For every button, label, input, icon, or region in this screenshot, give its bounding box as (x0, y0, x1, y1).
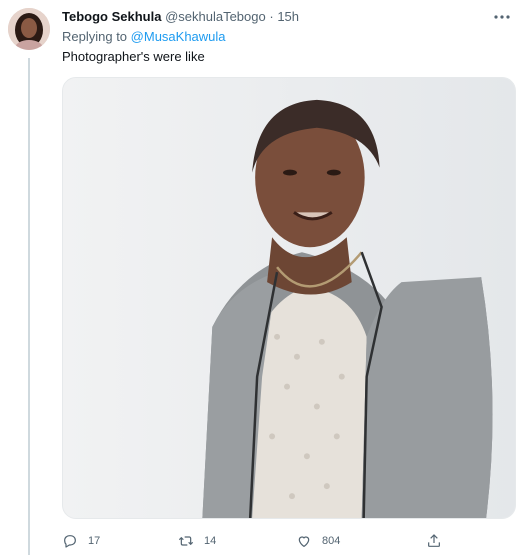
reply-count: 17 (88, 535, 101, 547)
display-name[interactable]: Tebogo Sekhula (62, 9, 161, 24)
avatar-image (8, 8, 50, 50)
share-icon (428, 534, 440, 547)
user-handle[interactable]: @sekhulaTebogo (165, 9, 266, 24)
heart-icon (298, 536, 310, 547)
reply-icon (64, 535, 76, 548)
retweet-icon (178, 536, 194, 546)
tweet-text: Photographer's were like (62, 49, 205, 64)
more-horizontal-icon (494, 15, 510, 19)
tweet-header: Tebogo Sekhula @sekhulaTebogo · 15h (62, 8, 484, 28)
tweet-photo[interactable] (62, 77, 516, 519)
tweet-actions: 17 14 804 (62, 530, 462, 552)
photo-image (63, 78, 515, 518)
more-options-button[interactable] (492, 10, 512, 24)
replying-to-line: Replying to @MusaKhawula (62, 28, 226, 46)
like-count: 804 (322, 535, 341, 547)
separator-dot: · (269, 9, 274, 24)
like-button[interactable]: 804 (296, 533, 340, 549)
replying-to-label: Replying to (62, 29, 128, 44)
retweet-count: 14 (204, 535, 217, 547)
replying-to-link[interactable]: @MusaKhawula (131, 29, 226, 44)
timestamp[interactable]: 15h (277, 9, 299, 24)
avatar[interactable] (8, 8, 50, 50)
retweet-button[interactable]: 14 (178, 533, 216, 549)
reply-button[interactable]: 17 (62, 533, 100, 549)
share-button[interactable] (426, 533, 452, 549)
thread-connector-line (28, 58, 30, 555)
